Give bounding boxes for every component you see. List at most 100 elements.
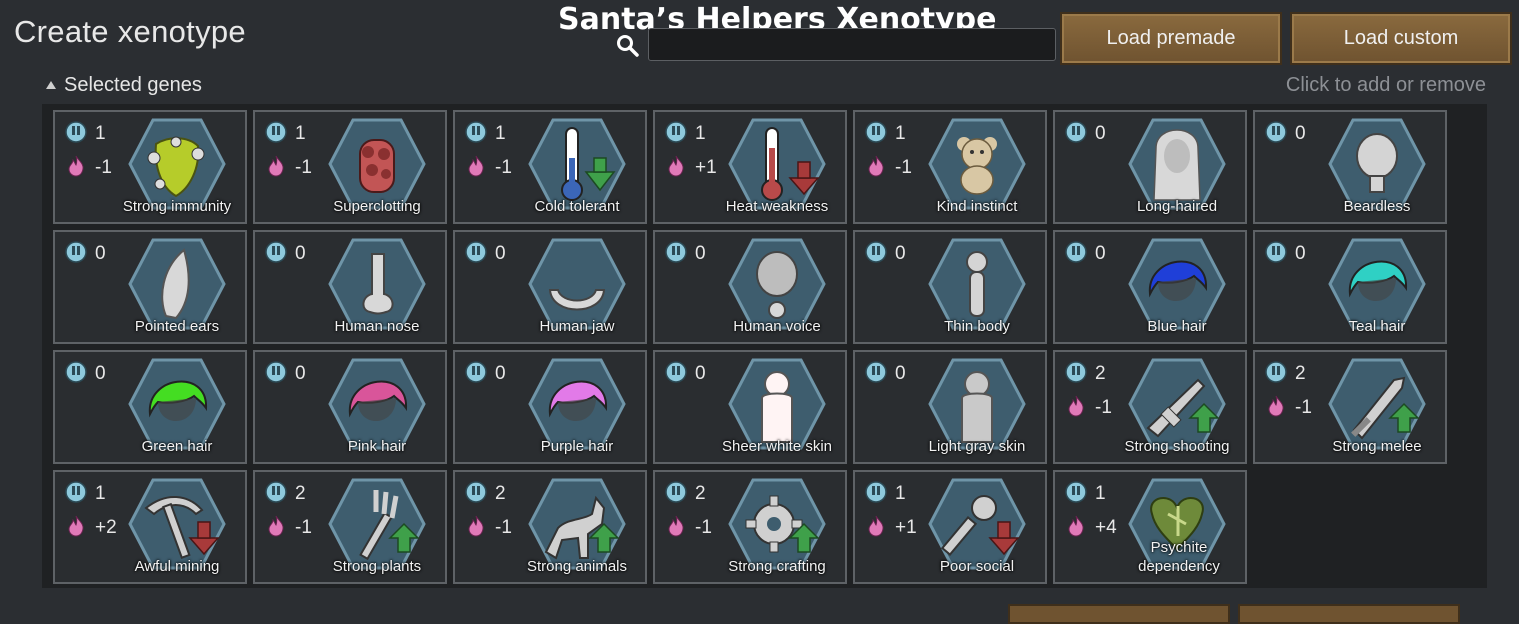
complexity-stat: 0 (265, 361, 315, 385)
gene-card[interactable]: 2 -1 Strong crafting (653, 470, 847, 584)
gene-card[interactable]: 0 Blue hair (1053, 230, 1247, 344)
metabolism-stat: +2 (65, 515, 117, 539)
metabolism-value: -1 (495, 157, 512, 178)
gene-card[interactable]: 1 -1 Kind instinct (853, 110, 1047, 224)
gene-card[interactable]: 1 -1 Cold tolerant (453, 110, 647, 224)
complexity-icon (665, 481, 687, 503)
gene-card[interactable]: 1 +1 Poor social (853, 470, 1047, 584)
complexity-icon (465, 361, 487, 383)
load-premade-button[interactable]: Load premade (1060, 12, 1282, 65)
selected-genes-header[interactable]: Selected genes (46, 74, 202, 97)
complexity-stat: 1 (465, 121, 515, 145)
gene-card[interactable]: 2 -1 Strong melee (1253, 350, 1447, 464)
complexity-value: 0 (495, 363, 506, 384)
complexity-stat: 2 (665, 481, 715, 505)
complexity-icon (1065, 121, 1087, 143)
metabolism-flame-icon (1268, 395, 1284, 417)
gene-card[interactable]: 0 Long-haired (1053, 110, 1247, 224)
search-icon (617, 35, 639, 57)
gene-card[interactable]: 2 -1 Strong plants (253, 470, 447, 584)
complexity-value: 0 (695, 243, 706, 264)
complexity-value: 2 (1095, 363, 1106, 384)
complexity-icon (1065, 241, 1087, 263)
gene-name: Strong immunity (122, 198, 232, 215)
gene-name: Thin body (944, 318, 1010, 335)
metabolism-value: -1 (695, 517, 712, 538)
gene-name: Teal hair (1348, 318, 1406, 335)
gene-card[interactable]: 0 Thin body (853, 230, 1047, 344)
complexity-stat: 0 (265, 241, 315, 265)
metabolism-stat: -1 (465, 155, 515, 179)
gene-card[interactable]: 0 Pointed ears (53, 230, 247, 344)
gene-card[interactable]: 0 Teal hair (1253, 230, 1447, 344)
complexity-icon (665, 121, 687, 143)
gene-card[interactable]: 2 -1 Strong shooting (1053, 350, 1247, 464)
gene-card[interactable]: 2 -1 Strong animals (453, 470, 647, 584)
metabolism-stat: -1 (665, 515, 715, 539)
metabolism-flame-icon (68, 155, 84, 177)
gene-name: Superclotting (333, 198, 421, 215)
metabolism-flame-icon (1068, 395, 1084, 417)
complexity-stat: 1 (1065, 481, 1115, 505)
gene-card[interactable]: 0 Human voice (653, 230, 847, 344)
complexity-value: 0 (1295, 123, 1306, 144)
metabolism-flame-icon (468, 155, 484, 177)
complexity-value: 1 (1095, 483, 1106, 504)
gene-card[interactable]: 0 Pink hair (253, 350, 447, 464)
search-input[interactable] (648, 28, 1056, 61)
metabolism-value: -1 (1295, 397, 1312, 418)
gene-card[interactable]: 0 Sheer white skin (653, 350, 847, 464)
complexity-stat: 1 (865, 121, 915, 145)
complexity-value: 0 (695, 363, 706, 384)
bottom-button-left[interactable] (1008, 604, 1230, 624)
gene-card[interactable]: 1 +1 Heat weakness (653, 110, 847, 224)
gene-name: Strong animals (526, 558, 628, 575)
load-custom-button[interactable]: Load custom (1290, 12, 1512, 65)
complexity-icon (465, 481, 487, 503)
page-title: Create xenotype (14, 14, 246, 49)
complexity-value: 0 (295, 363, 306, 384)
gene-card[interactable]: 1 +4 Psychite dependency (1053, 470, 1247, 584)
gene-card[interactable]: 0 Light gray skin (853, 350, 1047, 464)
complexity-value: 0 (495, 243, 506, 264)
gene-name: Strong crafting (728, 558, 826, 575)
gene-name: Blue hair (1147, 318, 1207, 335)
complexity-value: 0 (1295, 243, 1306, 264)
complexity-icon (1265, 121, 1287, 143)
metabolism-flame-icon (268, 155, 284, 177)
gene-name: Kind instinct (936, 198, 1018, 215)
gene-name: Sheer white skin (721, 438, 833, 455)
metabolism-value: +1 (695, 157, 717, 178)
metabolism-value: -1 (295, 157, 312, 178)
complexity-stat: 0 (465, 361, 515, 385)
gene-name: Beardless (1343, 198, 1411, 215)
bottom-button-right[interactable] (1238, 604, 1460, 624)
complexity-stat: 1 (865, 481, 915, 505)
gene-name: Human nose (334, 318, 420, 335)
complexity-value: 1 (495, 123, 506, 144)
gene-name: Strong melee (1332, 438, 1422, 455)
metabolism-stat: -1 (865, 155, 915, 179)
gene-card[interactable]: 1 +2 Awful mining (53, 470, 247, 584)
complexity-stat: 2 (265, 481, 315, 505)
gene-card[interactable]: 0 Green hair (53, 350, 247, 464)
metabolism-stat: -1 (1065, 395, 1115, 419)
metabolism-value: +2 (95, 517, 117, 538)
gene-card[interactable]: 0 Human nose (253, 230, 447, 344)
metabolism-flame-icon (668, 155, 684, 177)
gene-card[interactable]: 1 -1 Superclotting (253, 110, 447, 224)
gene-name: Pink hair (347, 438, 407, 455)
complexity-stat: 1 (265, 121, 315, 145)
gene-name: Human jaw (539, 318, 615, 335)
metabolism-stat: -1 (265, 515, 315, 539)
complexity-stat: 2 (465, 481, 515, 505)
gene-card[interactable]: 0 Human jaw (453, 230, 647, 344)
complexity-value: 0 (95, 363, 106, 384)
collapse-triangle-icon (46, 81, 56, 89)
gene-card[interactable]: 1 -1 Strong immunity (53, 110, 247, 224)
gene-name: Long-haired (1136, 198, 1218, 215)
gene-card[interactable]: 0 Beardless (1253, 110, 1447, 224)
gene-card[interactable]: 0 Purple hair (453, 350, 647, 464)
metabolism-value: -1 (495, 517, 512, 538)
metabolism-stat: +1 (665, 155, 717, 179)
